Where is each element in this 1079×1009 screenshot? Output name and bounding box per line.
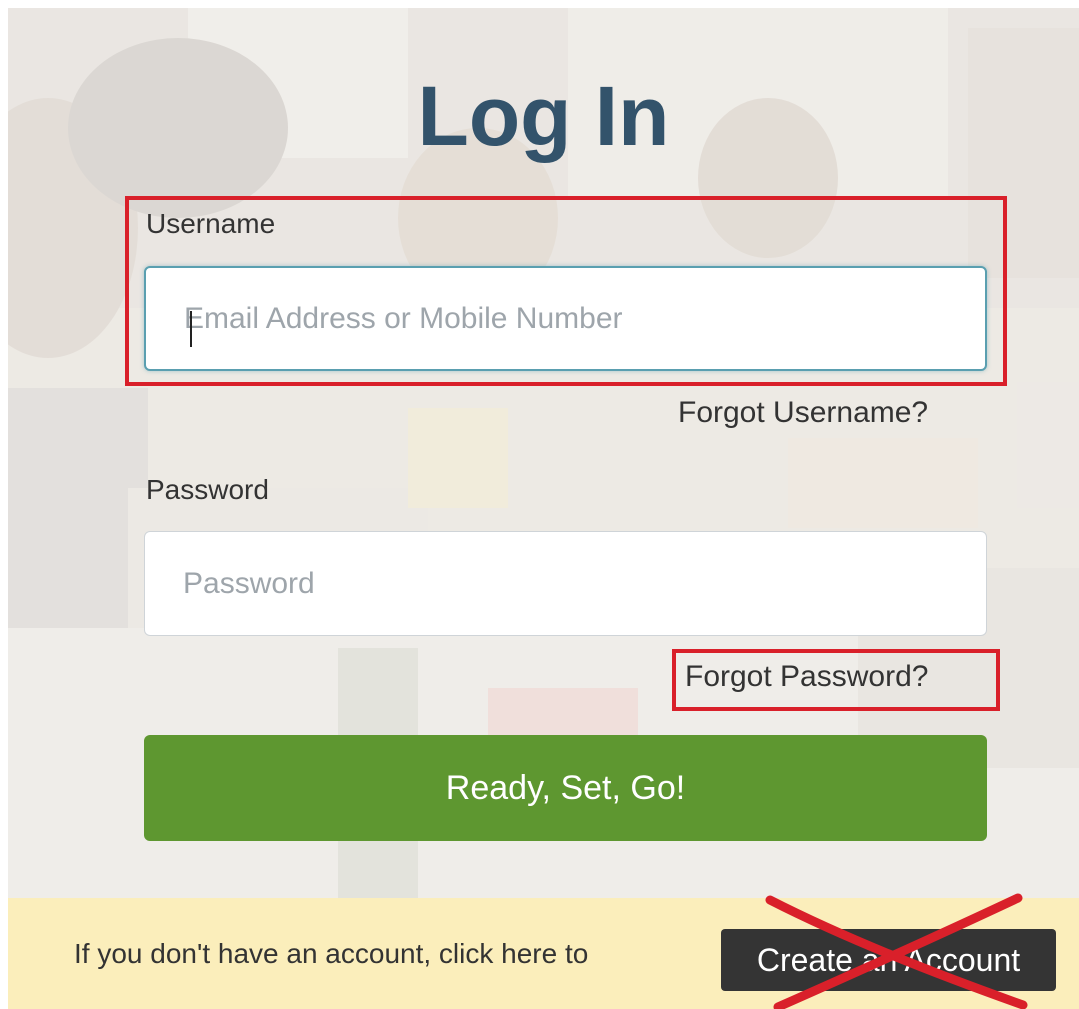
password-input[interactable] — [144, 531, 987, 636]
forgot-username-link[interactable]: Forgot Username? — [678, 396, 928, 430]
username-input[interactable] — [144, 266, 987, 371]
login-submit-button[interactable]: Ready, Set, Go! — [144, 735, 987, 841]
create-account-button[interactable]: Create an Account — [721, 929, 1056, 991]
text-cursor — [190, 311, 192, 347]
page-title: Log In — [417, 69, 670, 163]
login-page: Log In Username Forgot Username? Passwor… — [8, 8, 1079, 1009]
username-label: Username — [146, 208, 276, 239]
footer-text: If you don't have an account, click here… — [74, 938, 589, 969]
password-label: Password — [146, 474, 269, 505]
forgot-password-link[interactable]: Forgot Password? — [685, 660, 928, 694]
